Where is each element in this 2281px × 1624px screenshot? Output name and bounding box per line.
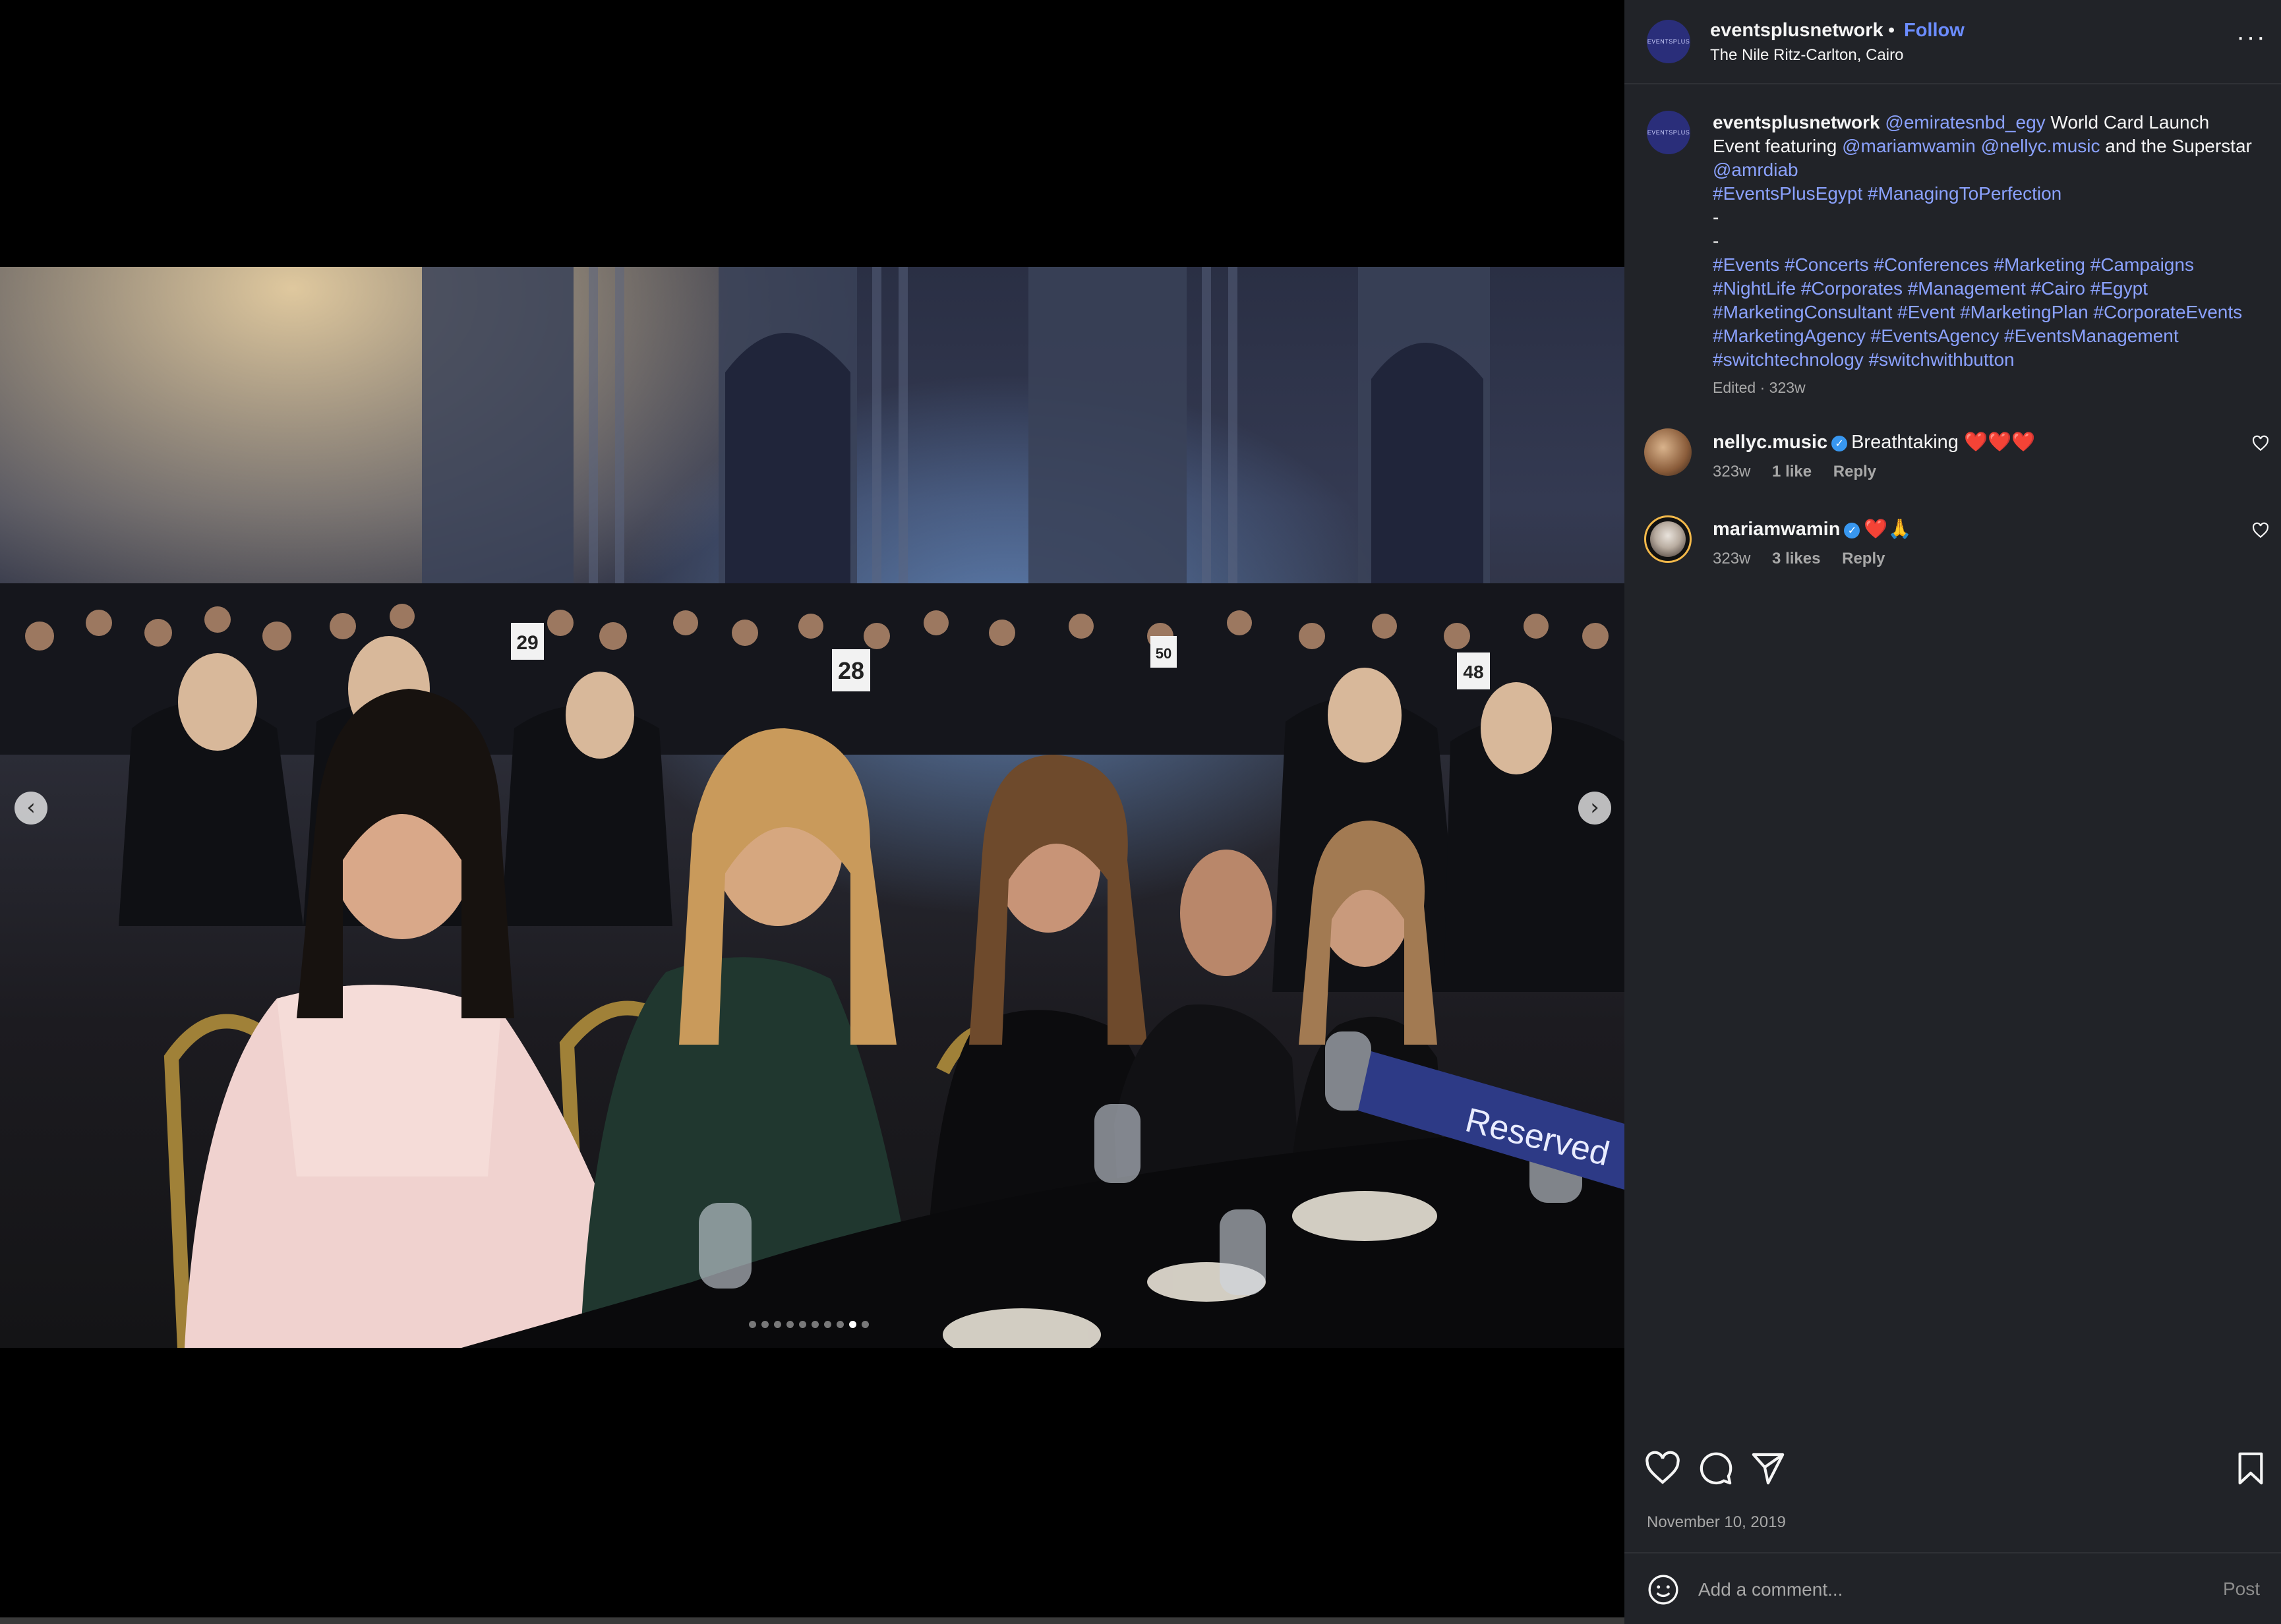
verified-badge-icon: ✓ <box>1831 436 1848 451</box>
table-number-48: 48 <box>1463 662 1483 682</box>
hashtags-primary[interactable]: #EventsPlusEgypt #ManagingToPerfection <box>1713 183 2061 204</box>
comment-meta: 323w 1 like Reply <box>1713 463 1893 481</box>
comment-item: mariamwamin ✓ ❤️🙏 323w 3 likes Reply <box>1624 515 2281 588</box>
carousel-dot <box>799 1321 806 1328</box>
comment-text: Breathtaking ❤️❤️❤️ <box>1851 432 2036 453</box>
verified-badge-icon: ✓ <box>1844 523 1860 538</box>
avatar-logo-text: EVENTSPLUS <box>1647 129 1690 136</box>
post-photo[interactable]: 29 28 50 48 Reserved <box>0 267 1624 1348</box>
carousel-next-button[interactable]: › <box>1578 792 1611 825</box>
commenter-avatar[interactable] <box>1644 428 1692 476</box>
more-options-icon[interactable]: ··· <box>2236 24 2266 50</box>
comment-like-heart-icon[interactable] <box>2252 435 2269 452</box>
carousel-dot <box>786 1321 794 1328</box>
comment-text: ❤️🙏 <box>1864 519 1912 540</box>
post-location[interactable]: The Nile Ritz-Carlton, Cairo <box>1710 46 1903 65</box>
author-avatar[interactable]: EVENTSPLUS <box>1647 20 1690 63</box>
emoji-smiley-icon[interactable] <box>1647 1573 1680 1606</box>
mention-emiratesnbd[interactable]: @emiratesnbd_egy <box>1885 112 2045 132</box>
header-separator: • <box>1888 20 1895 41</box>
like-heart-icon[interactable] <box>1644 1450 1681 1487</box>
caption-text-segment: and the Superstar <box>2100 136 2252 156</box>
caption-dash: - <box>1713 207 1719 227</box>
caption-edited-meta: Edited · 323w <box>1713 379 1806 396</box>
carousel-indicator <box>749 1321 869 1328</box>
mention-nellyc[interactable]: @nellyc.music <box>1981 136 2100 156</box>
caption-username[interactable]: eventsplusnetwork <box>1713 112 1880 132</box>
caption-text: eventsplusnetwork @emiratesnbd_egy World… <box>1713 111 2260 372</box>
avatar-logo-text: EVENTSPLUS <box>1647 38 1690 45</box>
comment-username[interactable]: mariamwamin <box>1713 519 1840 540</box>
hashtags-list[interactable]: #Events #Concerts #Conferences #Marketin… <box>1713 254 2242 370</box>
comment-item: nellyc.music ✓ Breathtaking ❤️❤️❤️ 323w 1 … <box>1624 428 2281 501</box>
caption-dash: - <box>1713 231 1719 251</box>
carousel-dot <box>749 1321 756 1328</box>
add-comment-bar: Post <box>1624 1552 2281 1624</box>
comment-likes[interactable]: 3 likes <box>1772 550 1820 567</box>
media-pane: 29 28 50 48 Reserved ‹ › <box>0 0 1624 1624</box>
save-bookmark-icon[interactable] <box>2232 1450 2269 1487</box>
author-username[interactable]: eventsplusnetwork <box>1710 20 1883 42</box>
carousel-dot <box>862 1321 869 1328</box>
bottom-divider <box>0 1617 1624 1624</box>
share-paper-plane-icon[interactable] <box>1750 1450 1787 1487</box>
carousel-dot <box>824 1321 831 1328</box>
carousel-dot <box>837 1321 844 1328</box>
event-photo-illustration: 29 28 50 48 Reserved <box>0 267 1624 1348</box>
follow-button[interactable]: Follow <box>1904 20 1965 42</box>
comment-likes[interactable]: 1 like <box>1772 463 1812 480</box>
carousel-dot <box>849 1321 856 1328</box>
carousel-prev-button[interactable]: ‹ <box>15 792 47 825</box>
comment-line: mariamwamin ✓ ❤️🙏 <box>1713 518 1912 540</box>
comment-bubble-icon[interactable] <box>1697 1450 1734 1487</box>
commenter-avatar[interactable] <box>1644 515 1692 563</box>
post-date[interactable]: November 10, 2019 <box>1647 1513 1786 1532</box>
post-comment-button[interactable]: Post <box>2223 1579 2260 1600</box>
comment-username[interactable]: nellyc.music <box>1713 432 1827 453</box>
table-number-50: 50 <box>1156 645 1171 662</box>
reply-button[interactable]: Reply <box>1842 550 1885 567</box>
caption-author-avatar[interactable]: EVENTSPLUS <box>1647 111 1690 154</box>
comment-time: 323w <box>1713 550 1751 567</box>
comment-line: nellyc.music ✓ Breathtaking ❤️❤️❤️ <box>1713 431 2035 453</box>
post-action-bar <box>1624 1450 2281 1490</box>
table-number-28: 28 <box>838 657 864 684</box>
comment-meta: 323w 3 likes Reply <box>1713 550 1902 568</box>
carousel-dot <box>774 1321 781 1328</box>
comment-like-heart-icon[interactable] <box>2252 522 2269 539</box>
comment-time: 323w <box>1713 463 1751 480</box>
post-header: EVENTSPLUS eventsplusnetwork • Follow Th… <box>1624 0 2281 84</box>
mention-mariamwamin[interactable]: @mariamwamin <box>1842 136 1976 156</box>
mention-amrdiab[interactable]: @amrdiab <box>1713 160 1798 180</box>
table-number-29: 29 <box>516 632 538 654</box>
reply-button[interactable]: Reply <box>1833 463 1876 480</box>
carousel-dot <box>812 1321 819 1328</box>
comment-input[interactable] <box>1698 1572 2160 1608</box>
post-side-panel: EVENTSPLUS eventsplusnetwork • Follow Th… <box>1624 0 2281 1624</box>
carousel-dot <box>761 1321 769 1328</box>
